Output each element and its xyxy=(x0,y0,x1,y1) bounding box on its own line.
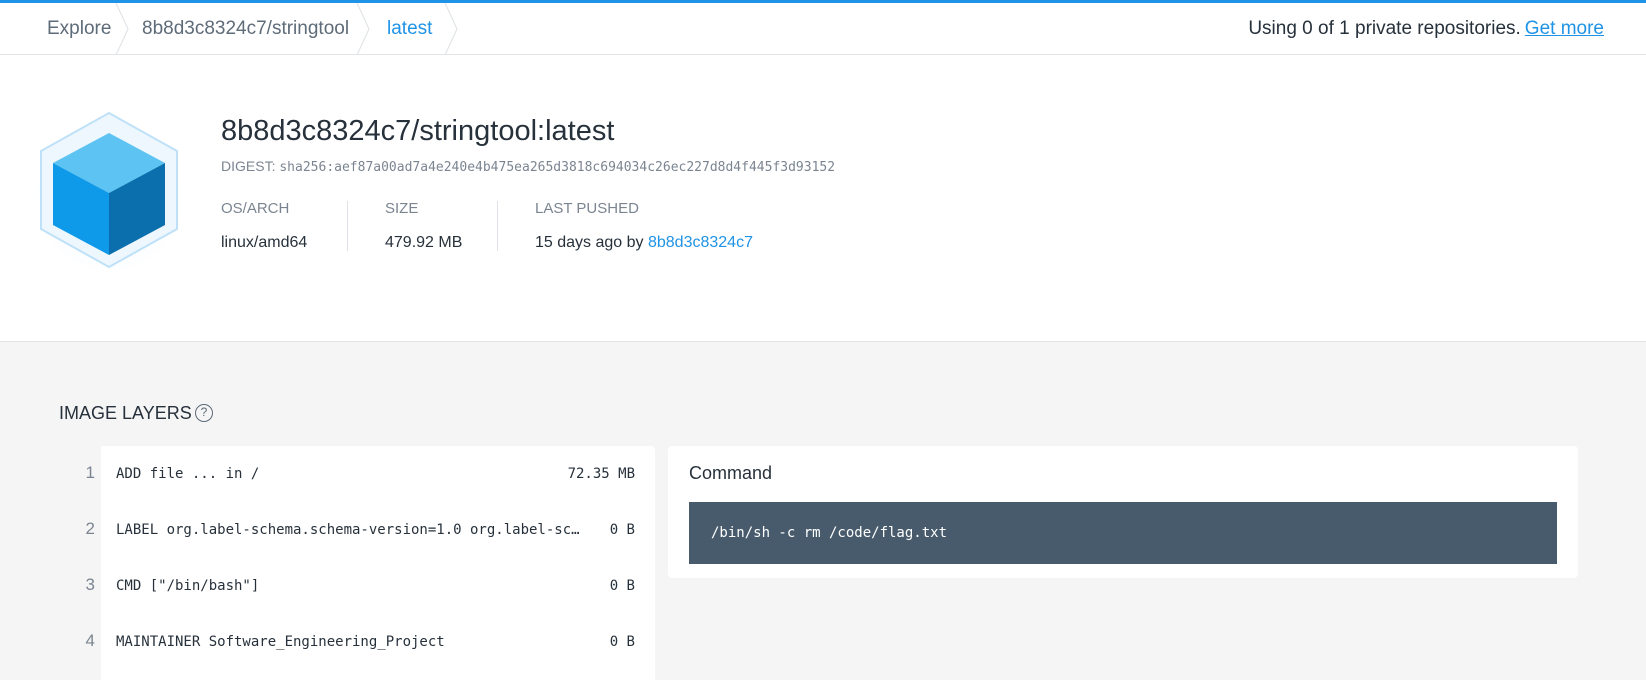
layer-row[interactable]: 3 CMD ["/bin/bash"] 0 B xyxy=(59,558,655,614)
layer-number: 4 xyxy=(85,631,95,650)
quota-text: Using 0 of 1 private repositories. xyxy=(1248,18,1521,39)
layer-number: 1 xyxy=(85,463,95,482)
os-arch-label: OS/ARCH xyxy=(221,200,290,217)
top-navigation-bar: Explore 8b8d3c8324c7/stringtool latest U… xyxy=(0,0,1646,55)
layer-command: CMD ["/bin/bash"] xyxy=(116,578,260,594)
layer-number: 3 xyxy=(85,575,95,594)
layer-row[interactable]: 1 ADD file ... in / 72.35 MB xyxy=(59,446,655,502)
digest-value: sha256:aef87a00ad7a4e240e4b475ea265d3818… xyxy=(279,160,836,175)
image-layers-heading: IMAGE LAYERS xyxy=(59,403,192,423)
layer-command: LABEL org.label-schema.schema-version=1.… xyxy=(116,522,586,538)
size-value: 479.92 MB xyxy=(385,234,463,251)
image-digest: DIGEST: sha256:aef87a00ad7a4e240e4b475ea… xyxy=(221,158,835,175)
image-header: 8b8d3c8324c7/stringtool:latest DIGEST: s… xyxy=(0,55,1646,342)
size-field: SIZE 479.92 MB xyxy=(385,200,462,280)
chevron-right-icon xyxy=(443,3,461,55)
image-layers-list: 1 ADD file ... in / 72.35 MB 2 LABEL org… xyxy=(59,446,655,680)
last-pushed-value: 15 days ago by 8b8d3c8324c7 xyxy=(535,234,753,252)
get-more-link[interactable]: Get more xyxy=(1525,18,1604,39)
divider xyxy=(347,201,348,251)
layer-size: 0 B xyxy=(609,634,635,650)
command-heading: Command xyxy=(689,463,773,483)
os-arch-value: linux/amd64 xyxy=(221,234,308,251)
chevron-right-icon xyxy=(355,3,373,55)
question-circle-icon[interactable]: ? xyxy=(195,404,213,422)
layer-number: 2 xyxy=(85,519,95,538)
private-repo-quota: Using 0 of 1 private repositories. Get mo… xyxy=(1248,3,1604,55)
size-label: SIZE xyxy=(385,200,419,217)
last-pushed-field: LAST PUSHED 15 days ago by 8b8d3c8324c7 xyxy=(535,200,753,280)
chevron-right-icon xyxy=(114,3,132,55)
breadcrumb-repository[interactable]: 8b8d3c8324c7/stringtool xyxy=(142,3,349,55)
command-code-block[interactable]: /bin/sh -c rm /code/flag.txt xyxy=(689,502,1557,564)
layer-size: 0 B xyxy=(609,522,635,538)
divider xyxy=(497,201,498,251)
layer-row[interactable]: 4 MAINTAINER Software_Engineering_Projec… xyxy=(59,614,655,670)
digest-label: DIGEST: xyxy=(221,158,276,174)
image-title: 8b8d3c8324c7/stringtool:latest xyxy=(221,115,615,147)
image-cube-logo xyxy=(34,111,184,271)
pushed-by-link[interactable]: 8b8d3c8324c7 xyxy=(648,234,753,251)
layer-command: ADD file ... in / xyxy=(116,466,260,482)
breadcrumb-tag[interactable]: latest xyxy=(387,3,432,55)
os-arch-field: OS/ARCH linux/amd64 xyxy=(221,200,307,280)
command-panel: Command /bin/sh -c rm /code/flag.txt xyxy=(668,446,1578,578)
layer-row[interactable]: 2 LABEL org.label-schema.schema-version=… xyxy=(59,502,655,558)
layer-size: 72.35 MB xyxy=(567,466,635,482)
layer-command: MAINTAINER Software_Engineering_Project xyxy=(116,634,445,650)
layer-size: 0 B xyxy=(609,578,635,594)
last-pushed-text: 15 days ago by xyxy=(535,234,644,251)
last-pushed-label: LAST PUSHED xyxy=(535,200,639,217)
breadcrumb-explore[interactable]: Explore xyxy=(47,3,111,55)
